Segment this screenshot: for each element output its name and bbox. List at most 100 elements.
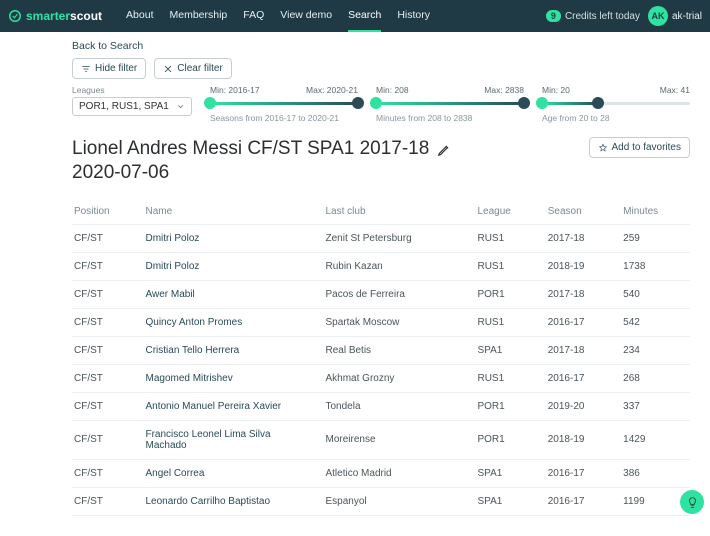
cell-league: SPA1 [471,487,541,515]
filter-bar: Leagues POR1, RUS1, SPA1 Min: 2016-17Max… [72,85,690,123]
filter-icon [81,64,91,74]
cell-minutes: 337 [617,392,690,420]
cell-club: Espanyol [319,487,471,515]
back-link[interactable]: Back to Search [72,40,690,52]
cell-name[interactable]: Angel Correa [139,459,319,487]
cell-league: POR1 [471,392,541,420]
leagues-select[interactable]: POR1, RUS1, SPA1 [72,97,192,116]
col-league[interactable]: League [471,199,541,225]
cell-league: SPA1 [471,459,541,487]
nav-demo[interactable]: View demo [280,0,332,32]
cell-position: CF/ST [72,224,139,252]
age-slider[interactable]: Min: 20Max: 41 Age from 20 to 28 [542,85,690,123]
user-avatar[interactable]: AK [648,6,668,26]
table-row[interactable]: CF/STCristian Tello HerreraReal BetisSPA… [72,336,690,364]
cell-league: POR1 [471,280,541,308]
cell-position: CF/ST [72,364,139,392]
cell-name[interactable]: Dmitri Poloz [139,252,319,280]
cell-season: 2016-17 [542,308,617,336]
lightbulb-icon [686,496,699,509]
cell-position: CF/ST [72,459,139,487]
table-row[interactable]: CF/STDmitri PolozZenit St PetersburgRUS1… [72,224,690,252]
cell-minutes: 234 [617,336,690,364]
cell-position: CF/ST [72,392,139,420]
cell-season: 2018-19 [542,420,617,459]
brand-logo[interactable]: smarterscout [8,9,102,23]
page-title: Lionel Andres Messi CF/ST SPA1 2017-1820… [72,137,429,185]
cell-season: 2016-17 [542,364,617,392]
season-slider[interactable]: Min: 2016-17Max: 2020-21 Seasons from 20… [210,85,358,123]
cell-season: 2017-18 [542,336,617,364]
table-row[interactable]: CF/STQuincy Anton PromesSpartak MoscowRU… [72,308,690,336]
table-row[interactable]: CF/STAwer MabilPacos de FerreiraPOR12017… [72,280,690,308]
cell-name[interactable]: Cristian Tello Herrera [139,336,319,364]
cell-name[interactable]: Dmitri Poloz [139,224,319,252]
cell-club: Moreirense [319,420,471,459]
cell-club: Zenit St Petersburg [319,224,471,252]
table-row[interactable]: CF/STAngel CorreaAtletico MadridSPA12016… [72,459,690,487]
topbar: smarterscout About Membership FAQ View d… [0,0,710,32]
cell-position: CF/ST [72,280,139,308]
cell-minutes: 386 [617,459,690,487]
cell-league: POR1 [471,420,541,459]
cell-season: 2017-18 [542,224,617,252]
chevron-down-icon [176,102,185,111]
col-season[interactable]: Season [542,199,617,225]
cell-club: Spartak Moscow [319,308,471,336]
cell-club: Rubin Kazan [319,252,471,280]
hide-filter-button[interactable]: Hide filter [72,58,146,79]
minutes-slider[interactable]: Min: 208Max: 2838 Minutes from 208 to 28… [376,85,524,123]
table-row[interactable]: CF/STDmitri PolozRubin KazanRUS12018-191… [72,252,690,280]
col-club[interactable]: Last club [319,199,471,225]
cell-position: CF/ST [72,252,139,280]
col-position[interactable]: Position [72,199,139,225]
cell-name[interactable]: Antonio Manuel Pereira Xavier [139,392,319,420]
cell-position: CF/ST [72,420,139,459]
help-fab[interactable] [680,490,704,514]
cell-minutes: 268 [617,364,690,392]
cell-league: RUS1 [471,224,541,252]
nav-history[interactable]: History [397,0,430,32]
nav-about[interactable]: About [126,0,153,32]
clear-filter-button[interactable]: Clear filter [154,58,232,79]
cell-club: Akhmat Grozny [319,364,471,392]
nav-search[interactable]: Search [348,0,381,32]
cell-position: CF/ST [72,336,139,364]
cell-minutes: 1738 [617,252,690,280]
cell-club: Pacos de Ferreira [319,280,471,308]
cell-league: RUS1 [471,252,541,280]
col-name[interactable]: Name [139,199,319,225]
cell-season: 2016-17 [542,459,617,487]
table-row[interactable]: CF/STMagomed MitrishevAkhmat GroznyRUS12… [72,364,690,392]
add-to-favorites-button[interactable]: Add to favorites [589,137,690,158]
star-icon [598,143,608,153]
credits-indicator: 9 Credits left today [546,10,640,22]
col-minutes[interactable]: Minutes [617,199,690,225]
cell-club: Tondela [319,392,471,420]
table-row[interactable]: CF/STFrancisco Leonel Lima Silva Machado… [72,420,690,459]
cell-minutes: 259 [617,224,690,252]
cell-name[interactable]: Leonardo Carrilho Baptistao [139,487,319,515]
cell-league: SPA1 [471,336,541,364]
table-row[interactable]: CF/STLeonardo Carrilho BaptistaoEspanyol… [72,487,690,515]
cell-season: 2016-17 [542,487,617,515]
cell-minutes: 540 [617,280,690,308]
table-row[interactable]: CF/STAntonio Manuel Pereira XavierTondel… [72,392,690,420]
cell-position: CF/ST [72,308,139,336]
credits-count: 9 [546,10,561,22]
nav-membership[interactable]: Membership [170,0,228,32]
cell-position: CF/ST [72,487,139,515]
cell-name[interactable]: Francisco Leonel Lima Silva Machado [139,420,319,459]
results-table: Position Name Last club League Season Mi… [72,199,690,516]
cell-name[interactable]: Quincy Anton Promes [139,308,319,336]
cell-season: 2017-18 [542,280,617,308]
user-name[interactable]: ak-trial [672,11,702,22]
cell-name[interactable]: Magomed Mitrishev [139,364,319,392]
cell-club: Real Betis [319,336,471,364]
nav-faq[interactable]: FAQ [243,0,264,32]
main-nav: About Membership FAQ View demo Search Hi… [126,0,430,32]
close-icon [163,64,173,74]
cell-name[interactable]: Awer Mabil [139,280,319,308]
edit-icon[interactable] [437,143,451,160]
cell-season: 2019-20 [542,392,617,420]
